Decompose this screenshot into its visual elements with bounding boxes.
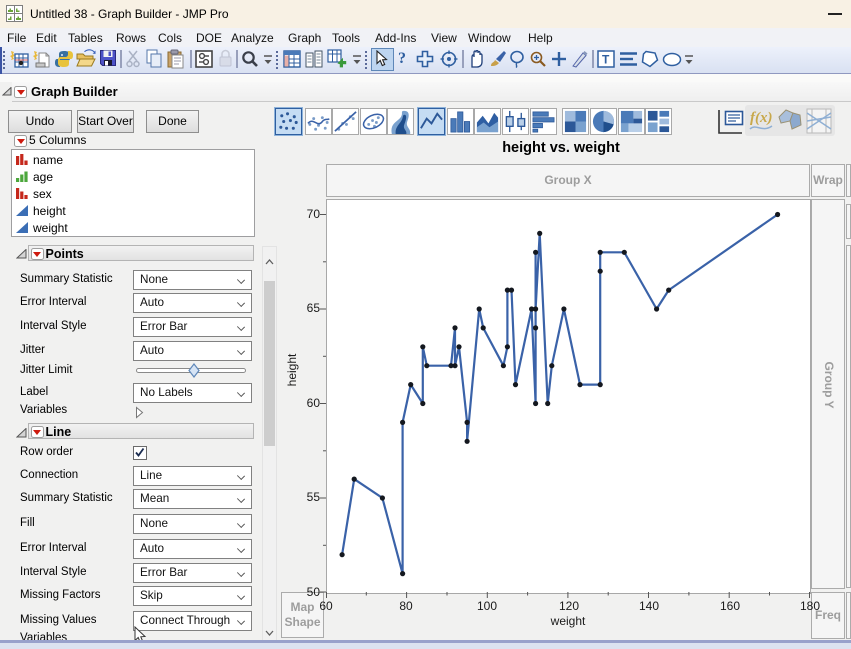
svg-text:f(x): f(x) — [750, 110, 773, 126]
svg-text:T: T — [602, 53, 610, 67]
